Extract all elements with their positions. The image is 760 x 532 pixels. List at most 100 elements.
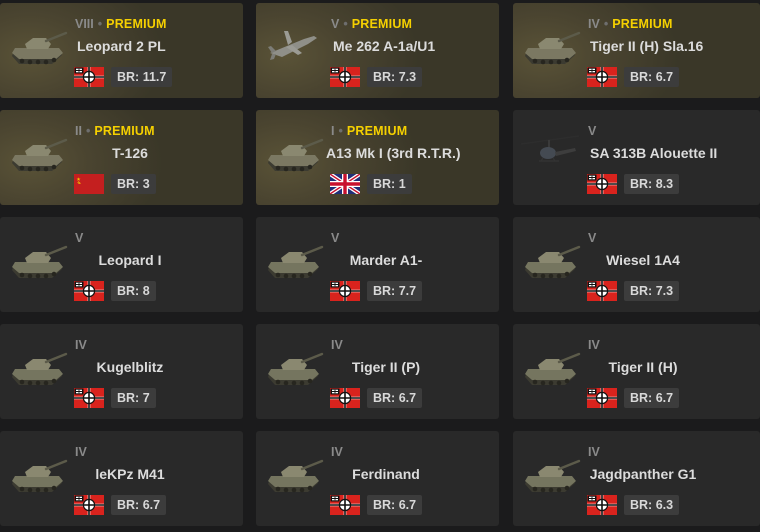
tank-icon — [262, 231, 324, 293]
vehicle-rank: IV — [75, 445, 87, 459]
battle-rating-badge: BR: 11.7 — [111, 67, 173, 87]
vehicle-rank: V — [588, 124, 597, 138]
premium-label: PREMIUM — [106, 17, 167, 31]
battle-rating-badge: BR: 6.7 — [111, 495, 167, 515]
rank-line: V — [588, 231, 596, 245]
vehicle-rank: IV — [588, 17, 600, 31]
vehicle-rank: IV — [75, 338, 87, 352]
vehicle-card[interactable]: IV Ferdinand BR: 6.7 — [256, 431, 499, 526]
vehicle-card[interactable]: IV Tiger II (H) BR: 6.7 — [513, 324, 760, 419]
battle-rating-badge: BR: 7 — [111, 388, 156, 408]
premium-label: PREMIUM — [612, 17, 673, 31]
separator-dot: • — [85, 124, 91, 138]
germany-flag-icon — [74, 388, 104, 408]
vehicle-card[interactable]: V Marder A1- BR: 7.7 — [256, 217, 499, 312]
vehicle-card[interactable]: IV Tiger II (P) BR: 6.7 — [256, 324, 499, 419]
rank-line: V — [331, 231, 339, 245]
tank-icon — [6, 17, 68, 79]
germany-flag-icon — [330, 281, 360, 301]
tank-icon — [262, 445, 324, 507]
germany-flag-icon — [330, 67, 360, 87]
vehicle-card[interactable]: V • PREMIUM Me 262 A-1a/U1 BR: 7.3 — [256, 3, 499, 98]
rank-line: V — [75, 231, 83, 245]
vehicle-rank: IV — [331, 338, 343, 352]
jet-icon — [262, 17, 324, 79]
vehicle-card[interactable]: V Wiesel 1A4 BR: 7.3 — [513, 217, 760, 312]
vehicle-rank: V — [331, 17, 340, 31]
vehicle-card[interactable]: IV leKPz M41 BR: 6.7 — [0, 431, 243, 526]
germany-flag-icon — [330, 495, 360, 515]
battle-rating-badge: BR: 6.7 — [367, 495, 423, 515]
vehicle-name: A13 Mk I (3rd R.T.R.) — [326, 145, 461, 161]
vehicle-card[interactable]: IV • PREMIUM Tiger II (H) Sla.16 BR: 6.7 — [513, 3, 760, 98]
germany-flag-icon — [587, 174, 617, 194]
germany-flag-icon — [74, 281, 104, 301]
rank-line: V • PREMIUM — [331, 17, 412, 31]
separator-dot: • — [97, 17, 103, 31]
vehicle-card[interactable]: IV Kugelblitz BR: 7 — [0, 324, 243, 419]
ussr-flag-icon — [74, 174, 104, 194]
vehicle-card[interactable]: V SA 313B Alouette II BR: 8.3 — [513, 110, 760, 205]
vehicle-name: Leopard I — [98, 252, 162, 268]
vehicle-name: T-126 — [112, 145, 148, 161]
tank-icon — [262, 338, 324, 400]
vehicle-name: Ferdinand — [352, 466, 420, 482]
vehicle-rank: II — [75, 124, 82, 138]
battle-rating-badge: BR: 3 — [111, 174, 156, 194]
vehicle-card[interactable]: II • PREMIUM T-126 BR: 3 — [0, 110, 243, 205]
vehicle-name: Tiger II (H) Sla.16 — [590, 38, 704, 54]
rank-line: IV — [331, 338, 343, 352]
vehicle-grid: VIII • PREMIUM Leopard 2 PL BR: 11.7 V • PREMIU… — [0, 0, 760, 532]
rank-line: IV — [75, 338, 87, 352]
battle-rating-badge: BR: 7.3 — [367, 67, 423, 87]
vehicle-rank: V — [75, 231, 84, 245]
germany-flag-icon — [587, 388, 617, 408]
uk-flag-icon — [328, 172, 362, 196]
vehicle-card[interactable]: I • PREMIUM A13 Mk I (3rd R.T.R.) BR: 1 — [256, 110, 499, 205]
separator-dot: • — [603, 17, 609, 31]
battle-rating-badge: BR: 1 — [367, 174, 412, 194]
battle-rating-badge: BR: 7.7 — [367, 281, 423, 301]
vehicle-rank: IV — [331, 445, 343, 459]
germany-flag-icon — [587, 281, 617, 301]
tank-icon — [6, 445, 68, 507]
rank-line: V — [588, 124, 596, 138]
rank-line: IV — [588, 445, 600, 459]
tank-icon — [519, 338, 581, 400]
vehicle-card[interactable]: IV Jagdpanther G1 BR: 6.3 — [513, 431, 760, 526]
tank-icon — [6, 124, 68, 186]
vehicle-rank: IV — [588, 445, 600, 459]
vehicle-card[interactable]: VIII • PREMIUM Leopard 2 PL BR: 11.7 — [0, 3, 243, 98]
germany-flag-icon — [330, 388, 360, 408]
germany-flag-icon — [74, 495, 104, 515]
tank-icon — [6, 338, 68, 400]
vehicle-name: Me 262 A-1a/U1 — [333, 38, 436, 54]
vehicle-name: leKPz M41 — [95, 466, 165, 482]
vehicle-name: Leopard 2 PL — [77, 38, 166, 54]
rank-line: IV — [75, 445, 87, 459]
separator-dot: • — [343, 17, 348, 31]
premium-label: PREMIUM — [351, 17, 413, 31]
battle-rating-badge: BR: 6.3 — [624, 495, 680, 515]
battle-rating-badge: BR: 8 — [111, 281, 156, 301]
premium-label: PREMIUM — [346, 124, 408, 138]
tank-icon — [262, 124, 324, 186]
vehicle-rank: I — [331, 124, 335, 138]
germany-flag-icon — [587, 495, 617, 515]
vehicle-rank: V — [331, 231, 340, 245]
vehicle-rank: V — [588, 231, 597, 245]
tank-icon — [519, 445, 581, 507]
battle-rating-badge: BR: 6.7 — [624, 67, 680, 87]
premium-label: PREMIUM — [94, 124, 155, 138]
rank-line: VIII • PREMIUM — [75, 17, 167, 31]
battle-rating-badge: BR: 8.3 — [624, 174, 680, 194]
vehicle-name: SA 313B Alouette II — [590, 145, 718, 161]
vehicle-name: Jagdpanther G1 — [589, 466, 697, 482]
vehicle-name: Tiger II (P) — [351, 359, 421, 375]
vehicle-card[interactable]: V Leopard I BR: 8 — [0, 217, 243, 312]
separator-dot: • — [338, 124, 343, 138]
rank-line: IV — [588, 338, 600, 352]
germany-flag-icon — [74, 67, 104, 87]
helicopter-icon — [519, 124, 581, 186]
tank-icon — [519, 17, 581, 79]
